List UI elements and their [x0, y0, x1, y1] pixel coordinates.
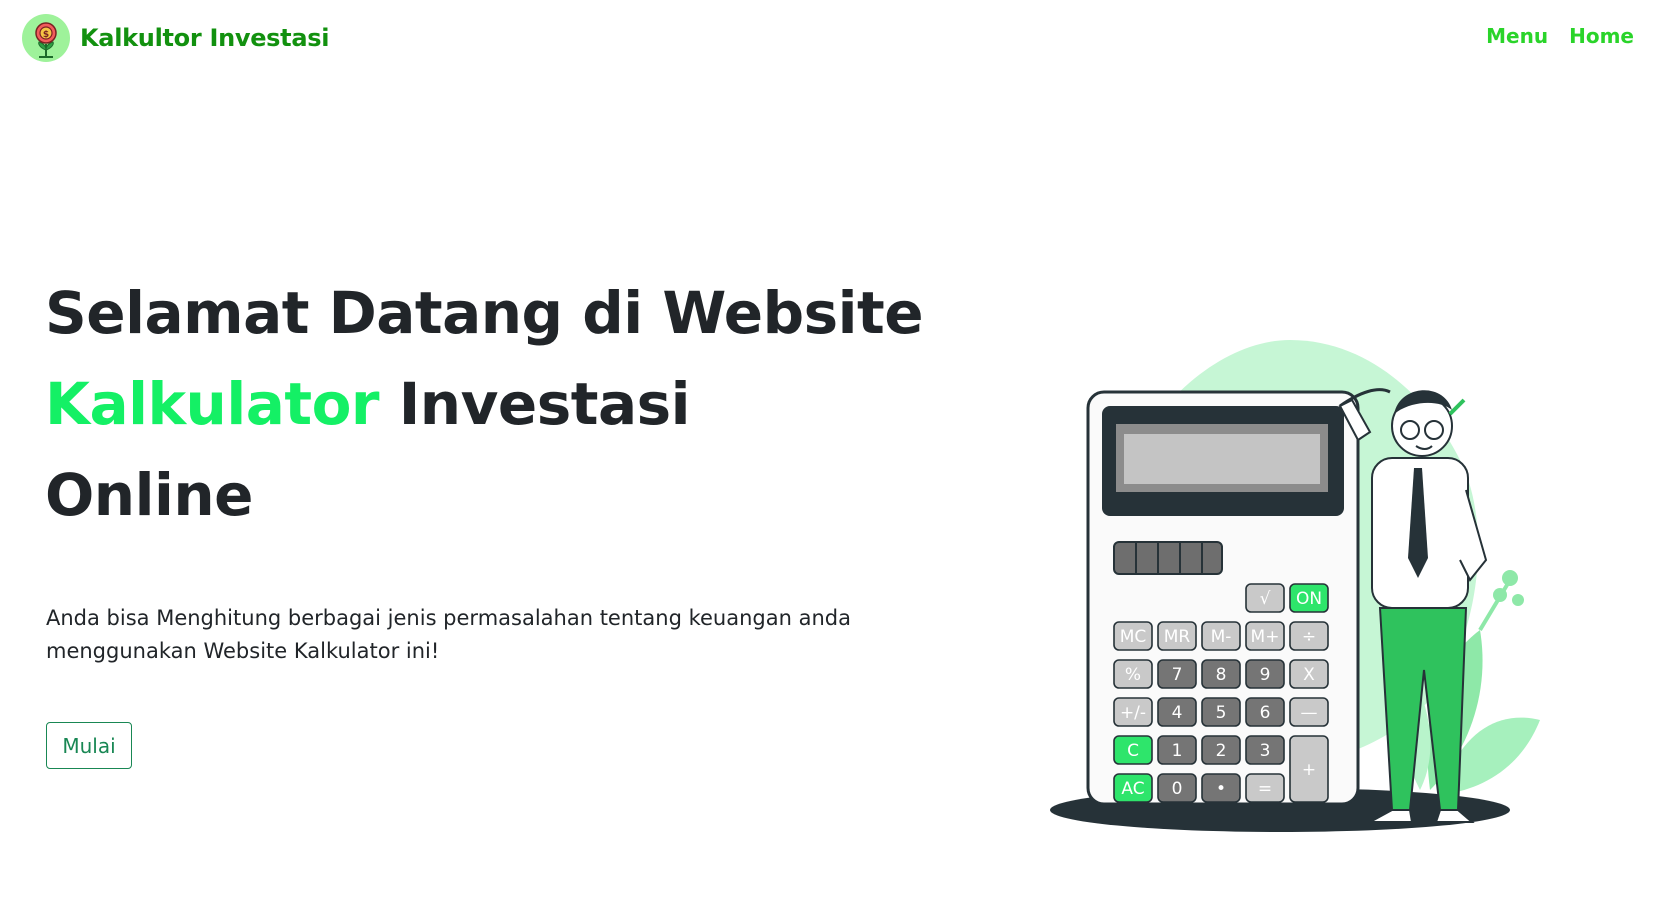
calculator-key-label: +/-	[1120, 703, 1146, 723]
calculator-key-label: C	[1127, 741, 1139, 761]
money-plant-logo-icon: $	[22, 14, 70, 62]
svg-text:$: $	[43, 30, 49, 40]
calculator-key-label: 9	[1260, 665, 1271, 685]
calculator-key-label: =	[1258, 779, 1272, 799]
calculator-key-label: ÷	[1302, 627, 1316, 647]
calculator-key-label: —	[1301, 703, 1318, 723]
brand-link[interactable]: $ Kalkultor Investasi	[22, 14, 329, 62]
calculator-key-label: MC	[1120, 627, 1147, 647]
nav-link-menu[interactable]: Menu	[1486, 24, 1548, 48]
calculator-key-label: 0	[1172, 779, 1183, 799]
calculator-key-label: •	[1216, 779, 1226, 799]
calculator-key-label: AC	[1121, 779, 1144, 799]
calculator-key-label: 1	[1172, 741, 1183, 761]
calculator-key-label: M+	[1251, 627, 1280, 647]
hero-title: Selamat Datang di Website Kalkulator Inv…	[45, 268, 945, 541]
calculator-key-label: 6	[1260, 703, 1271, 723]
calculator-key-label: 3	[1260, 741, 1271, 761]
calculator-key-label: ON	[1296, 589, 1322, 609]
nav-links: Menu Home	[1486, 24, 1634, 48]
brand-title: Kalkultor Investasi	[80, 24, 330, 52]
hero-title-accent: Kalkulator	[45, 370, 380, 438]
calculator-key-label: M-	[1211, 627, 1232, 647]
calculator-key-label: +	[1302, 760, 1316, 780]
hero-title-line3: Online	[45, 461, 254, 529]
calculator-key-label: 7	[1172, 665, 1183, 685]
calculator-key-label: 4	[1172, 703, 1183, 723]
calculator-key-label: 2	[1216, 741, 1227, 761]
calculator-key-label: X	[1303, 665, 1315, 685]
calculator-key-label: %	[1125, 665, 1141, 685]
nav-link-home[interactable]: Home	[1569, 24, 1634, 48]
hero-title-rest: Investasi	[379, 370, 691, 438]
hero-description: Anda bisa Menghitung berbagai jenis perm…	[46, 606, 851, 663]
start-button[interactable]: Mulai	[46, 722, 132, 769]
calculator-key-label: √	[1260, 589, 1271, 609]
hero-title-line1: Selamat Datang di Website	[45, 279, 924, 347]
calculator-key-label: MR	[1164, 627, 1191, 647]
calculator-illustration: √ ON MC MR M- M+ ÷% 7 8 9 X +/- 4 5 6 — C 1 2 3 + AC 0 • =	[1050, 340, 1540, 832]
calculator-key-label: 5	[1216, 703, 1227, 723]
navbar: $ Kalkultor Investasi Menu Home	[0, 0, 1667, 78]
calculator-key-label: 8	[1216, 665, 1227, 685]
